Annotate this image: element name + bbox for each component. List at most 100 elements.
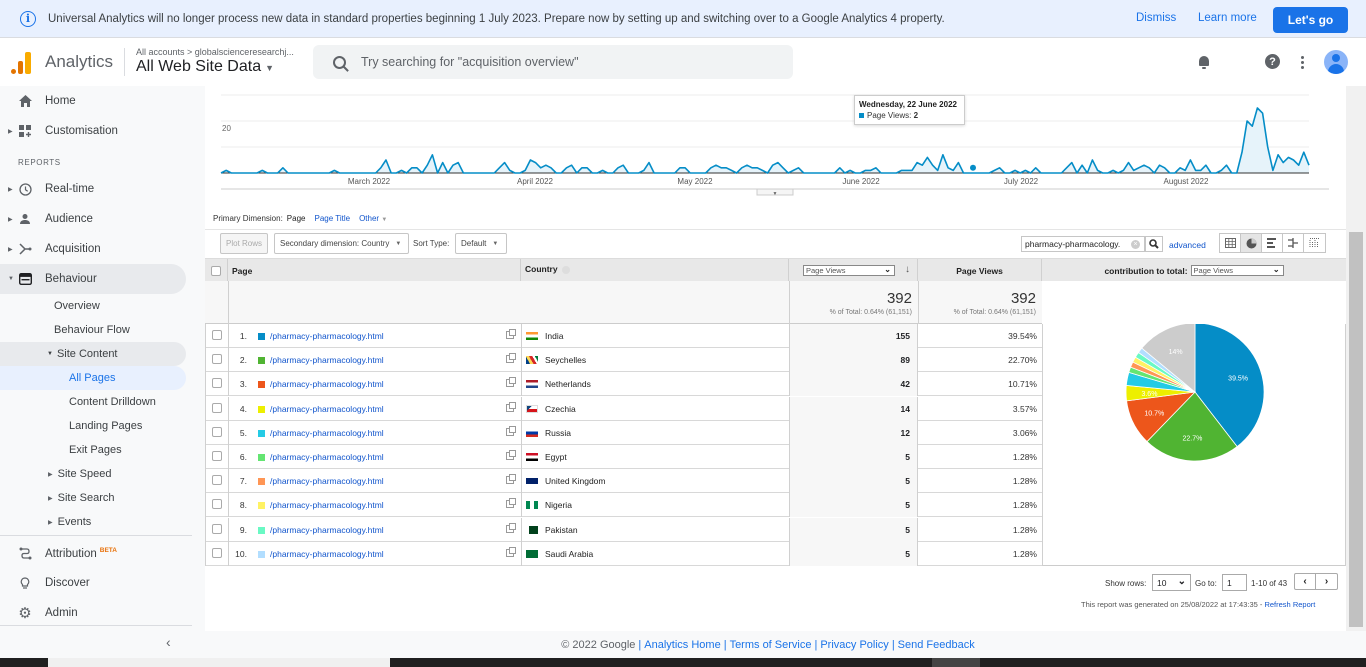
contribution-pie-chart[interactable]: 39.5% 22.7% 10.7% 3.6% 14%: [1043, 322, 1345, 564]
page-link[interactable]: /pharmacy-pharmacology.html: [270, 355, 384, 365]
row-checkbox[interactable]: [212, 523, 222, 534]
footer-link-analytics-home[interactable]: Analytics Home: [644, 639, 720, 651]
footer-link-terms[interactable]: Terms of Service: [730, 639, 812, 651]
sort-descending-icon[interactable]: ↓: [905, 264, 910, 275]
footer-link-feedback[interactable]: Send Feedback: [898, 639, 975, 651]
taskbar-window[interactable]: [48, 658, 390, 667]
sidebar-item-site-search[interactable]: ▶ Site Search: [48, 486, 115, 510]
country-link[interactable]: Pakistan: [545, 525, 578, 535]
open-external-icon[interactable]: [506, 522, 516, 533]
next-page-button[interactable]: ›: [1316, 574, 1337, 589]
row-checkbox[interactable]: [212, 402, 222, 413]
sidebar-item-content-drilldown[interactable]: Content Drilldown: [69, 390, 156, 414]
search-bar[interactable]: [313, 45, 793, 79]
app-name[interactable]: Analytics: [45, 52, 113, 72]
open-external-icon[interactable]: [506, 474, 516, 485]
open-external-icon[interactable]: [506, 450, 516, 460]
page-scrollbar[interactable]: [1346, 86, 1366, 631]
performance-view-icon[interactable]: [1262, 234, 1283, 252]
page-views-line-chart[interactable]: 20 March 2022 April 2022 May 2022 June 2022 J…: [205, 86, 1346, 198]
lets-go-button[interactable]: Let's go: [1273, 7, 1348, 33]
row-checkbox[interactable]: [212, 451, 222, 461]
sidebar-item-realtime[interactable]: ▶ Real-time: [0, 174, 186, 204]
sidebar-item-site-speed[interactable]: ▶ Site Speed: [48, 462, 111, 486]
country-link[interactable]: United Kingdom: [545, 476, 605, 486]
apps-grid-icon[interactable]: [1232, 56, 1245, 69]
open-external-icon[interactable]: [506, 425, 516, 436]
sidebar-item-attribution[interactable]: Attribution BETA: [0, 538, 186, 568]
account-breadcrumb[interactable]: All accounts > globalscienceresearchj...: [136, 47, 294, 57]
clear-filter-icon[interactable]: ×: [1131, 240, 1140, 249]
country-link[interactable]: Russia: [545, 428, 571, 438]
previous-page-button[interactable]: ‹: [1295, 574, 1317, 589]
row-checkbox[interactable]: [212, 499, 222, 510]
sidebar-item-admin[interactable]: ⚙ Admin: [0, 598, 186, 628]
page-link[interactable]: /pharmacy-pharmacology.html: [270, 428, 384, 438]
open-external-icon[interactable]: [506, 401, 516, 412]
dimension-other-dropdown[interactable]: Other ▼: [359, 214, 387, 223]
row-checkbox[interactable]: [212, 475, 222, 486]
footer-link-privacy[interactable]: Privacy Policy: [820, 639, 888, 651]
sidebar-item-home[interactable]: Home: [0, 86, 186, 116]
remove-dimension-icon[interactable]: [561, 266, 570, 274]
page-link[interactable]: /pharmacy-pharmacology.html: [270, 525, 384, 535]
goto-page-input[interactable]: 1: [1222, 574, 1247, 591]
secondary-dimension-dropdown[interactable]: Secondary dimension: Country ▼: [274, 233, 409, 254]
sidebar-item-landing-pages[interactable]: Landing Pages: [69, 414, 142, 438]
country-link[interactable]: Seychelles: [545, 355, 586, 365]
sidebar-item-events[interactable]: ▶ Events: [48, 510, 91, 534]
sort-type-dropdown[interactable]: Default ▼: [455, 233, 507, 254]
page-link[interactable]: /pharmacy-pharmacology.html: [270, 452, 384, 462]
select-all-checkbox[interactable]: [211, 265, 221, 276]
data-table-view-icon[interactable]: [1220, 234, 1241, 252]
sidebar-item-behaviour[interactable]: ▼ Behaviour: [0, 264, 186, 294]
page-link[interactable]: /pharmacy-pharmacology.html: [270, 476, 384, 486]
open-external-icon[interactable]: [506, 329, 516, 339]
country-link[interactable]: Netherlands: [545, 379, 591, 389]
open-external-icon[interactable]: [506, 498, 516, 509]
sidebar-item-audience[interactable]: ▶ Audience: [0, 204, 186, 234]
page-link[interactable]: /pharmacy-pharmacology.html: [270, 379, 384, 389]
dimension-page-current[interactable]: Page: [287, 214, 306, 223]
sidebar-item-customisation[interactable]: ▶ Customisation: [0, 116, 186, 146]
sidebar-item-all-pages[interactable]: All Pages: [0, 366, 186, 390]
analytics-logo-icon[interactable]: [11, 52, 33, 74]
pie-view-icon[interactable]: [1241, 234, 1262, 252]
open-external-icon[interactable]: [506, 377, 516, 388]
column-header-country[interactable]: Country: [521, 259, 789, 282]
property-selector[interactable]: All Web Site Data ▼: [136, 58, 274, 76]
more-vert-icon[interactable]: [1294, 54, 1310, 70]
search-input[interactable]: [361, 55, 741, 69]
scrollbar-thumb[interactable]: [1349, 232, 1363, 627]
contribution-select[interactable]: Page Views ⌄: [1190, 265, 1284, 276]
row-checkbox[interactable]: [212, 354, 222, 365]
row-checkbox[interactable]: [212, 547, 222, 558]
comparison-view-icon[interactable]: [1283, 234, 1304, 252]
metric-select[interactable]: Page Views ⌄: [803, 265, 895, 276]
country-link[interactable]: Czechia: [545, 404, 576, 414]
row-checkbox[interactable]: [212, 426, 222, 437]
refresh-report-link[interactable]: Refresh Report: [1264, 600, 1315, 609]
filter-search-button[interactable]: [1145, 236, 1163, 252]
dimension-page-title-link[interactable]: Page Title: [314, 214, 350, 223]
page-link[interactable]: /pharmacy-pharmacology.html: [270, 500, 384, 510]
sidebar-item-overview[interactable]: Overview: [54, 294, 100, 318]
open-external-icon[interactable]: [506, 353, 516, 364]
help-icon[interactable]: ?: [1265, 54, 1280, 69]
country-link[interactable]: Saudi Arabia: [545, 549, 593, 559]
avatar[interactable]: [1324, 50, 1348, 74]
dismiss-button[interactable]: Dismiss: [1136, 12, 1176, 24]
page-link[interactable]: /pharmacy-pharmacology.html: [270, 331, 384, 341]
advanced-filter-link[interactable]: advanced: [1169, 240, 1206, 250]
page-link[interactable]: /pharmacy-pharmacology.html: [270, 404, 384, 414]
column-header-page[interactable]: Page: [228, 259, 521, 282]
sidebar-item-exit-pages[interactable]: Exit Pages: [69, 438, 122, 462]
row-checkbox[interactable]: [212, 330, 222, 340]
sidebar-item-acquisition[interactable]: ▶ Acquisition: [0, 234, 186, 264]
country-link[interactable]: Nigeria: [545, 500, 572, 510]
notifications-bell-icon[interactable]: [1196, 54, 1212, 70]
show-rows-select[interactable]: 10 ⌄: [1152, 574, 1191, 591]
table-filter-input[interactable]: pharmacy-pharmacology. ×: [1021, 236, 1145, 252]
row-checkbox[interactable]: [212, 378, 222, 389]
plot-rows-button[interactable]: Plot Rows: [220, 233, 269, 254]
